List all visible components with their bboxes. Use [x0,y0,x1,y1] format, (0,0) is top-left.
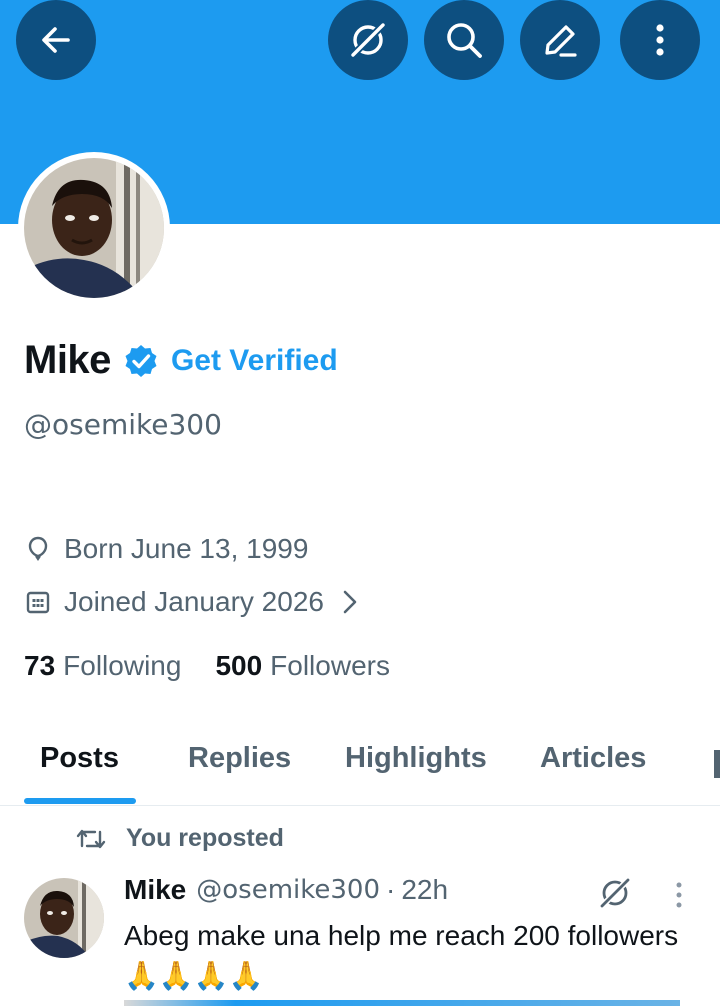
profile-name: Mike [24,338,111,382]
post-author-handle[interactable]: @osemike300 [196,875,380,905]
following-stat[interactable]: 73 Following [24,650,181,682]
grok-button[interactable] [328,0,408,80]
profile-name-row: Mike Get Verified [24,338,338,383]
verified-badge-icon [125,344,157,377]
following-label: Following [63,650,182,681]
tab-highlights[interactable]: Highlights [345,742,487,775]
profile-avatar[interactable] [18,152,170,304]
joined-text: Joined January 2026 [64,586,324,617]
post-header: Mike @osemike300 · 22h [124,874,448,906]
post-text: Abeg make una help me reach 200 follower… [124,916,684,996]
followers-stat[interactable]: 500 Followers [215,650,390,682]
more-options-button[interactable] [620,0,700,80]
post-separator: · [386,874,396,905]
birthday-text: Born June 13, 1999 [64,533,309,564]
edit-profile-button[interactable] [520,0,600,80]
post-time[interactable]: 22h [401,874,448,906]
calendar-icon [26,591,50,614]
tab-posts[interactable]: Posts [40,742,119,775]
following-count: 73 [24,650,56,681]
search-icon [447,23,482,58]
balloon-icon [28,536,48,561]
post-media-preview[interactable] [124,1000,680,1006]
tab-articles[interactable]: Articles [540,742,646,775]
search-button[interactable] [424,0,504,80]
followers-count: 500 [215,650,263,681]
get-verified-link[interactable]: Get Verified [171,344,338,378]
repost-indicator: You reposted [76,824,284,853]
post-avatar[interactable] [24,878,104,958]
more-horizontal-icon[interactable] [664,880,694,910]
tab-overflow-edge[interactable] [714,750,720,778]
grok-icon [349,21,387,59]
post-body: Abeg make una help me reach 200 follower… [124,920,679,951]
post-emoji: 🙏🙏🙏🙏 [124,959,264,992]
birthday-row: Born June 13, 1999 [24,533,308,565]
repost-icon [76,829,106,848]
follow-stats: 73 Following 500 Followers [24,650,424,682]
tab-replies[interactable]: Replies [188,742,291,775]
repost-label: You reposted [126,824,284,852]
grok-icon[interactable] [596,874,634,912]
followers-label: Followers [270,650,390,681]
profile-handle: @osemike300 [24,408,222,441]
pencil-icon [545,25,577,57]
chevron-right-icon [343,590,357,614]
profile-tabs: Posts Replies Highlights Articles [0,720,720,806]
arrow-left-icon [42,27,70,53]
active-tab-indicator [24,798,136,804]
avatar-image [24,158,164,298]
more-vertical-icon [656,24,664,56]
back-button[interactable] [16,0,96,80]
post-author-name[interactable]: Mike [124,874,186,906]
joined-row[interactable]: Joined January 2026 [24,586,358,618]
